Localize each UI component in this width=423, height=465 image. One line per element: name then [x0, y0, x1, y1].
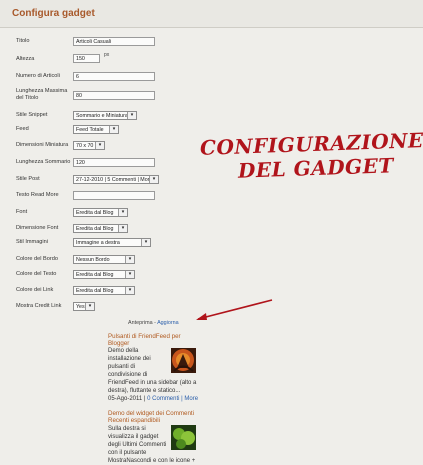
- post-body-line: visualizza il gadget: [108, 434, 159, 440]
- post-body-line: MostraNascondi e con le icone +: [108, 458, 196, 464]
- post-body-line: pulsanti di: [108, 364, 136, 370]
- post-body-line: destra), fluttante e statico...: [108, 388, 181, 394]
- post-body-1: Demo della installazione dei pulsanti di…: [108, 347, 198, 403]
- refresh-link[interactable]: Aggiorna: [157, 320, 179, 326]
- post-date: 05-Ago-2011 |: [108, 396, 148, 402]
- post-thumbnail-2[interactable]: [171, 425, 196, 450]
- post-body-line: condivisione di: [108, 372, 148, 378]
- more-link[interactable]: | More: [179, 396, 198, 402]
- post-body-line: Demo della: [108, 348, 139, 354]
- post-body-line: con il pulsante: [108, 450, 147, 456]
- post-body-line: Sulla destra si: [108, 426, 146, 432]
- comments-link[interactable]: 0 Commenti: [147, 396, 179, 402]
- preview-header: Anteprima - Aggiorna: [128, 320, 179, 326]
- post-body-line: installazione dei: [108, 356, 151, 362]
- post-body-line: FriendFeed in una sidebar (alto a: [108, 380, 197, 386]
- post-title-1[interactable]: Pulsanti di FriendFeed per Blogger: [108, 333, 188, 347]
- preview-label: Anteprima: [128, 320, 153, 326]
- post-body-2: Sulla destra si visualizza il gadget deg…: [108, 425, 195, 465]
- post-thumbnail-1[interactable]: [171, 348, 196, 373]
- post-body-line: degli Ultimi Commenti: [108, 442, 167, 448]
- post-meta-1: 05-Ago-2011 | 0 Commenti | More: [108, 395, 218, 403]
- post-title-2[interactable]: Demo del widget dei Commenti Recenti esp…: [108, 410, 208, 424]
